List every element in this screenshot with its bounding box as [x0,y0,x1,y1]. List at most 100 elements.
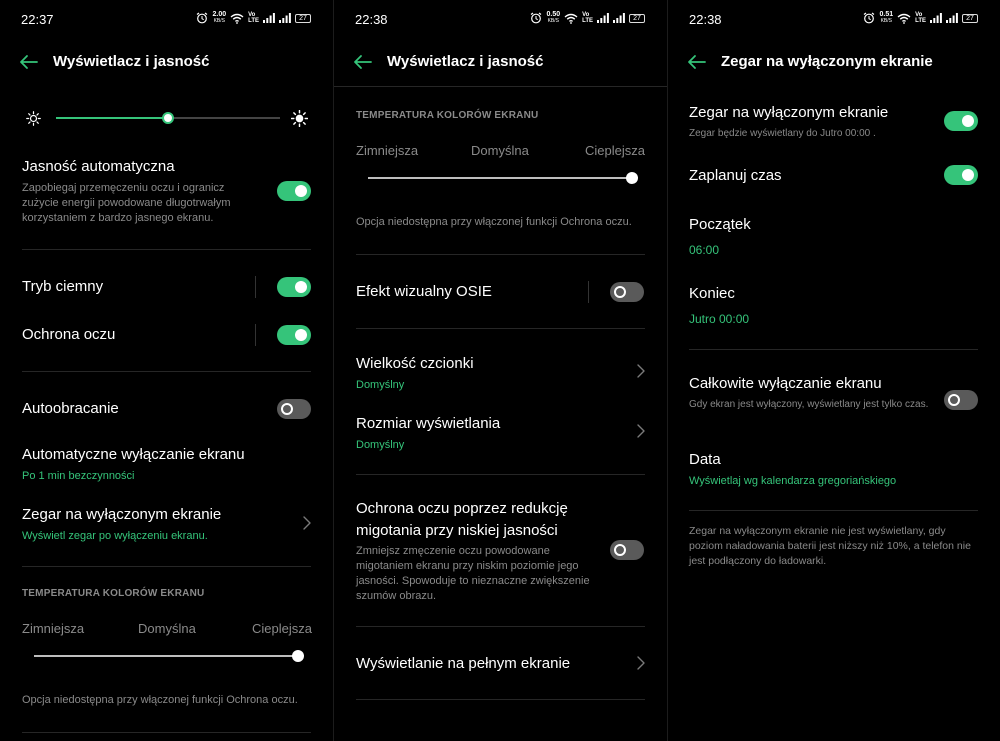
full-off-row[interactable]: Całkowite wyłączanie ekranu Gdy ekran je… [689,375,934,412]
flicker-toggle[interactable] [610,540,644,560]
back-arrow-icon[interactable] [686,54,706,70]
signal-icon [930,13,942,23]
aod-footer-note: Zegar na wyłączonym ekranie nie jest wyś… [689,525,971,567]
flicker-desc: Zmniejsz zmęczenie oczu powodowane migot… [356,545,590,602]
aod-desc: Zegar będzie wyświetlany do Jutro 00:00 … [689,128,876,139]
date-label: Data [689,451,721,468]
signal-icon-2 [613,13,625,23]
color-temp-thumb[interactable] [292,650,304,662]
start-value: 06:00 [689,243,720,257]
full-off-desc: Gdy ekran jest wyłączony, wyświetlany je… [689,399,929,410]
wifi-icon [564,13,578,24]
back-arrow-icon[interactable] [352,54,372,70]
chevron-right-icon [302,516,312,530]
network-speed-value: 2.00 [212,11,227,18]
divider-vertical [255,324,256,346]
network-speed-unit: KB/S [880,18,892,24]
font-size-label: Wielkość czcionki [356,355,474,372]
signal-icon-2 [279,13,291,23]
screen-timeout-value: Po 1 min bezczynności [22,470,135,482]
network-speed-unit: KB/S [213,18,225,24]
app-bar: Wyświetlacz i jasność [0,42,333,82]
fullscreen-label[interactable]: Wyświetlanie na pełnym ekranie [356,655,570,672]
auto-brightness-label: Jasność automatyczna [22,158,175,175]
full-off-toggle[interactable] [944,390,978,410]
color-temp-track [368,177,632,179]
auto-brightness-row[interactable]: Jasność automatyczna Zapobiegaj przemęcz… [22,158,252,226]
sun-small-icon [26,111,41,126]
divider-vertical [588,281,589,303]
battery-icon: 27 [295,13,311,23]
schedule-toggle[interactable] [944,165,978,185]
display-size-row[interactable]: Rozmiar wyświetlania Domyślny [356,415,500,451]
aod-row[interactable]: Zegar na wyłączonym ekranie Zegar będzie… [689,104,929,141]
page-title: Wyświetlacz i jasność [53,53,210,70]
screen-timeout-label: Automatyczne wyłączanie ekranu [22,446,245,463]
osie-toggle[interactable] [610,282,644,302]
brightness-thumb[interactable] [162,112,174,124]
color-temp-label-cooler: Zimniejsza [356,143,419,158]
color-temp-label-warmer: Cieplejsza [585,143,645,158]
signal-icon [263,13,275,23]
page-title: Zegar na wyłączonym ekranie [721,53,933,70]
font-size-value: Domyślny [356,379,405,391]
screen-aod-settings: 22:38 0.51 KB/S Vo LTE 27 Zegar na wyłączo… [668,0,1000,741]
dark-mode-toggle[interactable] [277,277,311,297]
start-label: Początek [689,216,751,233]
date-row[interactable]: Data Wyświetlaj wg kalendarza gregoriańs… [689,451,896,487]
auto-rotate-label: Autoobracanie [22,400,119,417]
chevron-right-icon [636,364,646,378]
wifi-icon [897,13,911,24]
color-temp-section-header: TEMPERATURA KOLORÓW EKRANU [22,588,205,599]
divider-vertical [255,276,256,298]
alarm-icon [196,12,208,24]
flicker-label-line1: Ochrona oczu poprzez redukcję [356,500,568,517]
osie-label: Efekt wizualny OSIE [356,283,492,300]
eye-protection-label[interactable]: Ochrona oczu [22,326,115,343]
brightness-slider[interactable] [56,108,280,128]
font-size-row[interactable]: Wielkość czcionki Domyślny [356,355,474,391]
divider [689,510,978,511]
status-bar: 22:37 2.00 KB/S Vo LTE 27 [0,0,333,40]
color-temp-label-cooler: Zimniejsza [22,621,85,636]
alarm-icon [863,12,875,24]
full-off-label: Całkowite wyłączanie ekranu [689,375,882,392]
auto-brightness-toggle[interactable] [277,181,311,201]
display-size-label: Rozmiar wyświetlania [356,415,501,432]
display-size-value: Domyślny [356,439,405,451]
color-temp-slider[interactable] [34,647,304,667]
aod-toggle[interactable] [944,111,978,131]
status-time: 22:37 [21,12,54,27]
dark-mode-label: Tryb ciemny [22,278,104,295]
color-temp-slider[interactable] [368,169,638,189]
divider [689,349,978,350]
volte-icon: Vo LTE [248,12,259,24]
status-time: 22:38 [355,12,388,27]
end-value: Jutro 00:00 [689,312,750,326]
divider [356,474,645,475]
screen-display-brightness: 22:37 2.00 KB/S Vo LTE 27 Wyświetlacz i ja… [0,0,333,741]
back-arrow-icon[interactable] [18,54,38,70]
app-bar: Zegar na wyłączonym ekranie [668,42,1000,82]
screen-display-brightness-scrolled: 22:38 0.50 KB/S Vo LTE 27 Wyświetlacz i ja… [334,0,667,741]
screen-timeout-row[interactable]: Automatyczne wyłączanie ekranu Po 1 min … [22,446,245,482]
status-bar: 22:38 0.50 KB/S Vo LTE 27 [334,0,667,40]
color-temp-thumb[interactable] [626,172,638,184]
auto-rotate-toggle[interactable] [277,399,311,419]
color-temp-note: Opcja niedostępna przy włączonej funkcji… [22,694,298,706]
divider [356,626,645,627]
divider [356,699,645,700]
aod-row[interactable]: Zegar na wyłączonym ekranie Wyświetl zeg… [22,506,221,542]
start-time-row[interactable]: Początek 06:00 [689,216,751,257]
divider [22,566,311,567]
battery-icon: 27 [962,13,978,23]
network-speed: 0.50 KB/S [546,11,560,25]
aod-label: Zegar na wyłączonym ekranie [22,506,222,523]
network-speed: 0.51 KB/S [879,11,893,25]
date-value: Wyświetlaj wg kalendarza gregoriańskiego [689,475,897,487]
end-time-row[interactable]: Koniec Jutro 00:00 [689,285,749,326]
color-temp-label-default: Domyślna [471,143,529,158]
eye-protection-toggle[interactable] [277,325,311,345]
flicker-reduction-row[interactable]: Ochrona oczu poprzez redukcję migotania … [356,500,604,604]
color-temp-section-header: TEMPERATURA KOLORÓW EKRANU [356,110,539,121]
